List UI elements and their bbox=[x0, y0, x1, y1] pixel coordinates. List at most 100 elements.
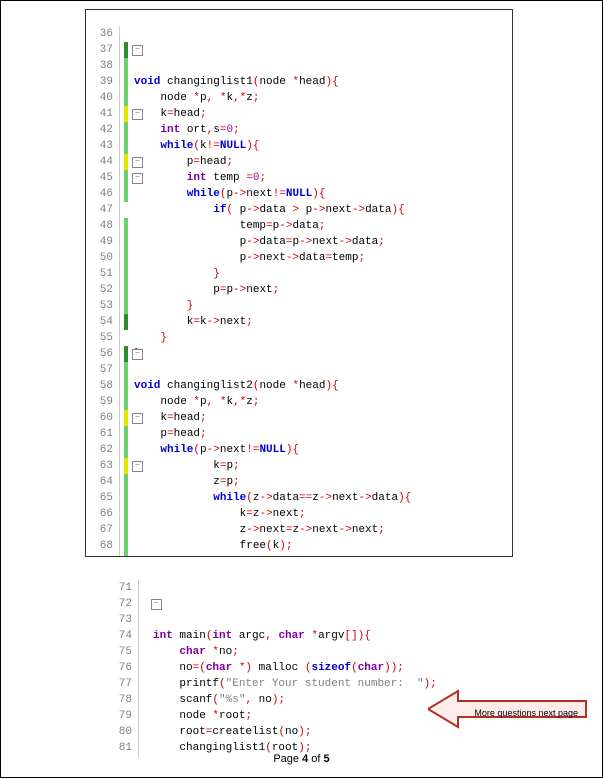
line-number: 38 bbox=[86, 58, 113, 74]
line-number: 46 bbox=[86, 186, 113, 202]
fold-toggle-icon[interactable]: − bbox=[132, 173, 143, 184]
code-line: if( p->data > p->next->data){ bbox=[134, 202, 512, 218]
line-number: 74 bbox=[105, 628, 132, 644]
line-number: 42 bbox=[86, 122, 113, 138]
code-line: } bbox=[134, 554, 512, 557]
line-number: 48 bbox=[86, 218, 113, 234]
change-mark bbox=[124, 186, 128, 202]
code-line: } bbox=[134, 266, 512, 282]
change-mark bbox=[124, 122, 128, 138]
line-number: 50 bbox=[86, 250, 113, 266]
line-gutter-2: 717273747576777879808182 bbox=[105, 580, 139, 758]
line-number: 73 bbox=[105, 612, 132, 628]
line-number: 39 bbox=[86, 74, 113, 90]
change-mark bbox=[124, 138, 128, 154]
change-mark bbox=[124, 218, 128, 234]
code-line: while(p->next!=NULL){ bbox=[134, 186, 512, 202]
change-mark bbox=[124, 250, 128, 266]
change-mark bbox=[124, 106, 128, 122]
fold-toggle-icon[interactable]: − bbox=[132, 45, 143, 56]
change-mark bbox=[124, 394, 128, 410]
code-line: } bbox=[134, 298, 512, 314]
line-number: 59 bbox=[86, 394, 113, 410]
code-line: k=p; bbox=[134, 458, 512, 474]
code-line: k=head; bbox=[134, 106, 512, 122]
change-mark bbox=[124, 42, 128, 58]
line-number: 43 bbox=[86, 138, 113, 154]
change-mark bbox=[124, 314, 128, 330]
code-line: z=p; bbox=[134, 474, 512, 490]
code-line: free(k); bbox=[134, 538, 512, 554]
fold-toggle-icon[interactable]: − bbox=[132, 349, 143, 360]
code-line: } bbox=[134, 330, 512, 346]
line-number: 65 bbox=[86, 490, 113, 506]
line-number: 72 bbox=[105, 596, 132, 612]
line-number: 47 bbox=[86, 202, 113, 218]
line-number: 62 bbox=[86, 442, 113, 458]
change-mark bbox=[124, 282, 128, 298]
change-mark bbox=[124, 234, 128, 250]
page-footer: Page 4 of 5 bbox=[1, 753, 602, 765]
fold-toggle-icon[interactable]: − bbox=[151, 599, 162, 610]
fold-toggle-icon[interactable]: − bbox=[132, 461, 143, 472]
code-line: p=p->next; bbox=[134, 282, 512, 298]
line-number: 61 bbox=[86, 426, 113, 442]
fold-toggle-icon[interactable]: − bbox=[132, 157, 143, 168]
code-line: p=head; bbox=[134, 154, 512, 170]
line-number: 80 bbox=[105, 724, 132, 740]
change-marks-2: − bbox=[139, 596, 153, 758]
change-mark bbox=[124, 74, 128, 90]
line-number: 55 bbox=[86, 330, 113, 346]
change-mark bbox=[124, 58, 128, 74]
code-line: z->next=z->next->next; bbox=[134, 522, 512, 538]
line-gutter-1: 3637383940414243444546474849505152535455… bbox=[86, 26, 120, 557]
code-line: char *no; bbox=[153, 644, 505, 660]
line-number: 76 bbox=[105, 660, 132, 676]
code-line: } bbox=[134, 346, 512, 362]
fold-toggle-icon[interactable]: − bbox=[132, 109, 143, 120]
change-mark bbox=[124, 442, 128, 458]
line-number: 36 bbox=[86, 26, 113, 42]
line-number: 75 bbox=[105, 644, 132, 660]
change-mark bbox=[124, 522, 128, 538]
line-number: 64 bbox=[86, 474, 113, 490]
line-number: 51 bbox=[86, 266, 113, 282]
line-number: 71 bbox=[105, 580, 132, 596]
change-mark bbox=[124, 410, 128, 426]
change-mark bbox=[124, 378, 128, 394]
line-number: 49 bbox=[86, 234, 113, 250]
line-number: 54 bbox=[86, 314, 113, 330]
change-mark bbox=[124, 154, 128, 170]
change-marks-1: −−−−−−− bbox=[120, 42, 134, 557]
line-number: 79 bbox=[105, 708, 132, 724]
code-line: k=k->next; bbox=[134, 314, 512, 330]
line-number: 52 bbox=[86, 282, 113, 298]
line-number: 53 bbox=[86, 298, 113, 314]
line-number: 44 bbox=[86, 154, 113, 170]
code-line: p=head; bbox=[134, 426, 512, 442]
line-number: 77 bbox=[105, 676, 132, 692]
code-line: k=z->next; bbox=[134, 506, 512, 522]
change-mark bbox=[124, 90, 128, 106]
change-mark bbox=[124, 346, 128, 362]
line-number: 45 bbox=[86, 170, 113, 186]
change-mark bbox=[124, 458, 128, 474]
code-line: while(k!=NULL){ bbox=[134, 138, 512, 154]
code-line: p->next->data=temp; bbox=[134, 250, 512, 266]
change-mark bbox=[124, 474, 128, 490]
change-mark bbox=[124, 266, 128, 282]
document-page: 3637383940414243444546474849505152535455… bbox=[0, 0, 603, 778]
code-line: int ort,s=0; bbox=[134, 122, 512, 138]
code-line: k=head; bbox=[134, 410, 512, 426]
code-line: int main(int argc, char *argv[]){ bbox=[153, 628, 505, 644]
code-line: while(z->data==z->next->data){ bbox=[134, 490, 512, 506]
next-page-arrow-label: More questions next page bbox=[474, 708, 578, 718]
change-mark bbox=[124, 426, 128, 442]
code-line: while(p->next!=NULL){ bbox=[134, 442, 512, 458]
change-mark bbox=[124, 362, 128, 378]
change-mark bbox=[124, 506, 128, 522]
code-line: temp=p->data; bbox=[134, 218, 512, 234]
code-line bbox=[134, 362, 512, 378]
code-block-1: 3637383940414243444546474849505152535455… bbox=[85, 9, 513, 557]
fold-toggle-icon[interactable]: − bbox=[132, 413, 143, 424]
